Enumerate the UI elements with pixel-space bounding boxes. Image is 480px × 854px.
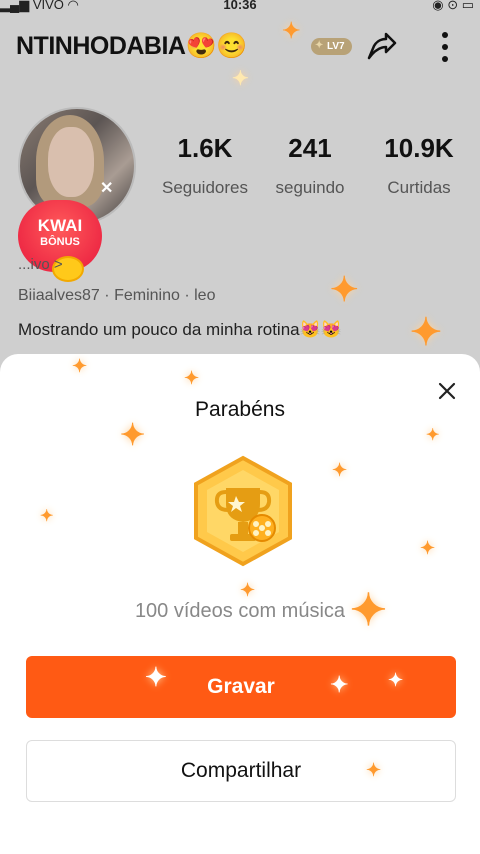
page: ▂▄▆ VIVO ◠ 10:36 ◉ ⊙ ▭ NTINHODABIA😍😊 LV7…	[0, 0, 480, 854]
separator: ·	[104, 287, 115, 304]
share-icon[interactable]	[364, 30, 398, 64]
achievement-description: 100 vídeos com música	[134, 600, 346, 622]
profile-header: NTINHODABIA😍😊 LV7	[16, 28, 464, 68]
handle: Biiaalves87	[18, 287, 100, 304]
bio: Mostrando um pouco da minha rotina😻😻	[18, 320, 342, 339]
likes-count: 10.9K	[384, 133, 454, 163]
level-badge[interactable]: LV7	[311, 38, 352, 55]
followers-label: Seguidores	[161, 178, 248, 197]
separator: ·	[184, 287, 195, 304]
clock: 10:36	[223, 0, 257, 12]
profile-stats: 1.6K Seguidores 241 seguindo 10.9K Curti…	[150, 133, 470, 203]
achievement-sheet: Parabéns 100 vídeos com música Gravar Co…	[0, 354, 480, 854]
share-button[interactable]: Compartilhar	[26, 740, 456, 802]
sheet-title: Parabéns	[195, 398, 285, 421]
zodiac: leo	[194, 287, 216, 304]
following-count: 241	[288, 133, 332, 163]
kwai-bonus-subtitle: BÔNUS	[40, 236, 80, 248]
battery-icon: ◉ ⊙ ▭	[432, 0, 474, 12]
likes-stat[interactable]: 10.9K Curtidas	[364, 133, 474, 198]
more-options-icon[interactable]	[436, 30, 454, 64]
followers-count: 1.6K	[177, 133, 233, 163]
record-button[interactable]: Gravar	[26, 656, 456, 718]
following-stat[interactable]: 241 seguindo	[255, 133, 365, 198]
avatar-face	[48, 127, 94, 197]
username: NTINHODABIA😍😊	[16, 32, 247, 60]
following-label: seguindo	[275, 178, 345, 197]
kwai-bonus-title: KWAI	[37, 216, 83, 235]
gender: Feminino	[114, 287, 180, 304]
profile-meta: Biiaalves87 · Feminino · leo	[18, 287, 215, 305]
status-bar: ▂▄▆ VIVO ◠ 10:36 ◉ ⊙ ▭	[0, 0, 480, 16]
trophy-medal-icon	[194, 455, 292, 567]
dismiss-icon[interactable]: ✕	[100, 178, 113, 198]
likes-label: Curtidas	[387, 178, 451, 197]
live-status[interactable]: ...ivo >	[18, 256, 63, 273]
followers-stat[interactable]: 1.6K Seguidores	[150, 133, 260, 198]
